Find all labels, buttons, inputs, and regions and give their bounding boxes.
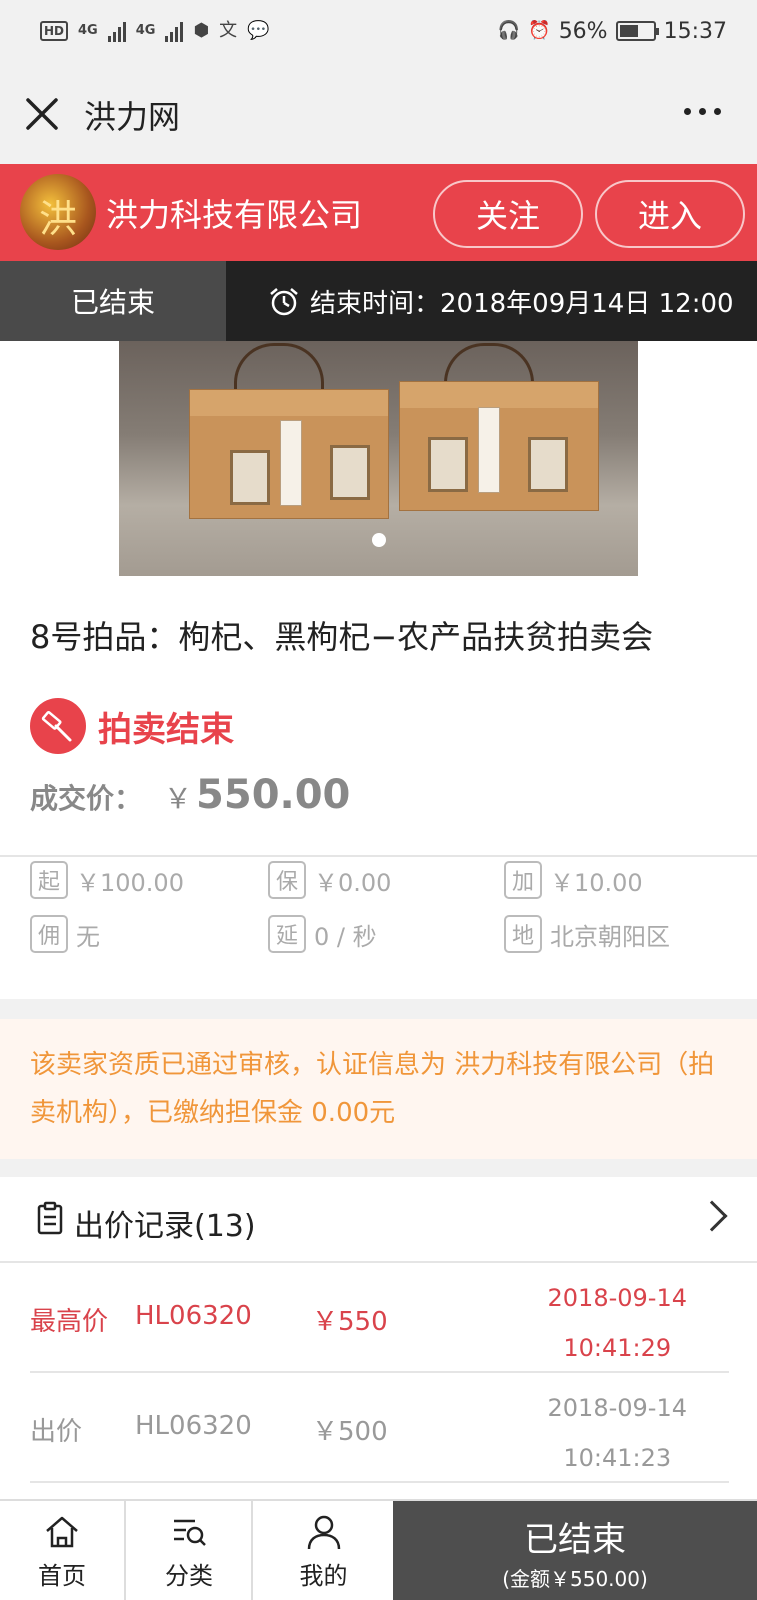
bid-records-title: 出价记录(13) <box>74 1209 256 1244</box>
delay-value: 0 / 秒 <box>314 922 377 951</box>
param-start: 起 ￥100.00 <box>30 861 184 899</box>
bottom-nav: 首页 分类 我的 已结束 (金额￥550.00) <box>0 1499 757 1600</box>
battery-fill <box>619 25 638 37</box>
translate-notification-icon: 文 <box>219 20 238 41</box>
status-left: HD 4G 4G ⬢ 文 💬 <box>40 18 270 44</box>
auction-status-bar: 已结束 结束时间： 2018年09月14日 12:00 <box>0 261 757 341</box>
alarm-icon: ⏰ <box>528 20 551 41</box>
location-tag: 地 <box>504 915 542 953</box>
bid-records-header[interactable]: 出价记录(13) <box>0 1177 757 1263</box>
status-bar: HD 4G 4G ⬢ 文 💬 🎧 ⏰ 56% 15:37 <box>0 0 757 64</box>
start-tag: 起 <box>30 861 68 899</box>
alarm-clock-icon <box>270 287 298 315</box>
seller-header: 洪 洪力科技有限公司 关注 进入 <box>0 164 757 261</box>
clipboard-icon <box>37 1201 63 1235</box>
param-commission: 佣 无 <box>30 915 100 953</box>
battery-percent: 56% <box>558 18 608 44</box>
hd-icon: HD <box>40 21 69 41</box>
clock: 15:37 <box>663 18 727 44</box>
seller-verification-notice: 该卖家资质已通过审核，认证信息为 洪力科技有限公司（拍卖机构），已缴纳担保金 0… <box>0 1019 757 1159</box>
auction-state: 已结束 <box>0 261 226 341</box>
end-time-label: 结束时间： <box>310 289 441 319</box>
bid-date: 2018-09-14 <box>547 1284 687 1312</box>
bid-time: 10:41:29 <box>563 1334 672 1362</box>
status-right: 🎧 ⏰ 56% 15:37 <box>498 18 727 44</box>
gavel-icon <box>30 698 86 754</box>
seller-name[interactable]: 洪力科技有限公司 <box>106 190 362 236</box>
final-amount: (金额￥550.00) <box>502 1566 648 1591</box>
chat-notification-icon: 💬 <box>247 20 270 41</box>
user-icon <box>307 1515 340 1550</box>
section-gap <box>0 999 757 1019</box>
page-title: 洪力网 <box>84 98 181 136</box>
deal-price-value: 550.00 <box>196 772 351 818</box>
increment-tag: 加 <box>504 861 542 899</box>
chevron-right-icon[interactable] <box>696 1200 728 1232</box>
bid-user: HL06320 <box>135 1301 252 1331</box>
app-notification-icon: ⬢ <box>193 20 210 41</box>
bid-price: ￥550 <box>312 1307 388 1337</box>
signal-icon <box>107 20 126 42</box>
delay-tag: 延 <box>268 915 306 953</box>
increment-value: ￥10.00 <box>550 868 643 897</box>
bid-price: ￥500 <box>312 1417 388 1447</box>
nav-home[interactable]: 首页 <box>0 1501 126 1600</box>
ended-label: 已结束 <box>524 1519 626 1560</box>
bid-user: HL06320 <box>135 1411 252 1441</box>
carousel-indicator[interactable] <box>372 533 386 547</box>
param-delay: 延 0 / 秒 <box>268 915 377 953</box>
enter-shop-button[interactable]: 进入 <box>595 180 745 248</box>
nav-me[interactable]: 我的 <box>254 1501 393 1600</box>
location-value: 北京朝阳区 <box>550 922 670 951</box>
home-icon <box>46 1516 78 1548</box>
nav-category[interactable]: 分类 <box>127 1501 253 1600</box>
avatar-logo-text: 洪 <box>38 197 77 241</box>
bid-date: 2018-09-14 <box>547 1394 687 1422</box>
battery-icon <box>615 21 659 41</box>
section-gap-2 <box>0 1159 757 1177</box>
commission-tag: 佣 <box>30 915 68 953</box>
start-value: ￥100.00 <box>76 868 184 897</box>
deal-price-label: 成交价： <box>30 782 143 815</box>
end-time: 结束时间： 2018年09月14日 12:00 <box>268 283 734 320</box>
auction-ended-status: 拍卖结束 <box>30 698 234 754</box>
deposit-value: ￥0.00 <box>314 868 392 897</box>
bid-row: 出价 HL06320 ￥500 2018-09-14 10:41:23 <box>0 1373 757 1483</box>
network-type-2: 4G <box>135 23 156 38</box>
deposit-tag: 保 <box>268 861 306 899</box>
bid-datetime: 2018-09-14 10:41:29 <box>548 1273 687 1373</box>
more-menu-icon[interactable] <box>684 108 721 115</box>
headset-icon: 🎧 <box>497 20 521 41</box>
product-title: 8号拍品：枸杞、黑枸杞−农产品扶贫拍卖会 <box>30 618 654 656</box>
param-deposit: 保 ￥0.00 <box>268 861 391 899</box>
category-search-icon <box>174 1519 206 1546</box>
signal-icon-2 <box>165 20 184 42</box>
network-type-1: 4G <box>78 23 98 38</box>
param-location: 地 北京朝阳区 <box>504 915 670 953</box>
auction-params: 起 ￥100.00 保 ￥0.00 加 ￥10.00 佣 无 延 0 / 秒 地… <box>0 857 757 999</box>
bag-handle <box>234 343 324 393</box>
nav-home-label: 首页 <box>38 1562 86 1590</box>
title-bar: 洪力网 <box>0 64 757 164</box>
commission-value: 无 <box>76 922 100 951</box>
bid-type: 出价 <box>30 1417 83 1447</box>
nav-me-label: 我的 <box>299 1562 348 1590</box>
gift-box-2 <box>399 381 599 511</box>
close-icon[interactable] <box>22 94 62 134</box>
bid-datetime: 2018-09-14 10:41:23 <box>548 1383 687 1483</box>
deal-price: 成交价： ￥ 550.00 <box>30 772 350 818</box>
param-increment: 加 ￥10.00 <box>504 861 643 899</box>
bid-row: 最高价 HL06320 ￥550 2018-09-14 10:41:29 <box>0 1263 757 1373</box>
follow-button[interactable]: 关注 <box>433 180 583 248</box>
auction-status-text: 拍卖结束 <box>98 709 234 750</box>
seller-avatar[interactable]: 洪 <box>20 174 96 250</box>
bid-type: 最高价 <box>30 1307 109 1337</box>
nav-category-label: 分类 <box>165 1562 213 1590</box>
gift-box <box>189 389 389 519</box>
end-time-value: 2018年09月14日 12:00 <box>440 289 734 319</box>
bid-time: 10:41:23 <box>563 1444 672 1472</box>
auction-ended-button[interactable]: 已结束 (金额￥550.00) <box>393 1501 757 1600</box>
currency-symbol: ￥ <box>164 782 193 815</box>
